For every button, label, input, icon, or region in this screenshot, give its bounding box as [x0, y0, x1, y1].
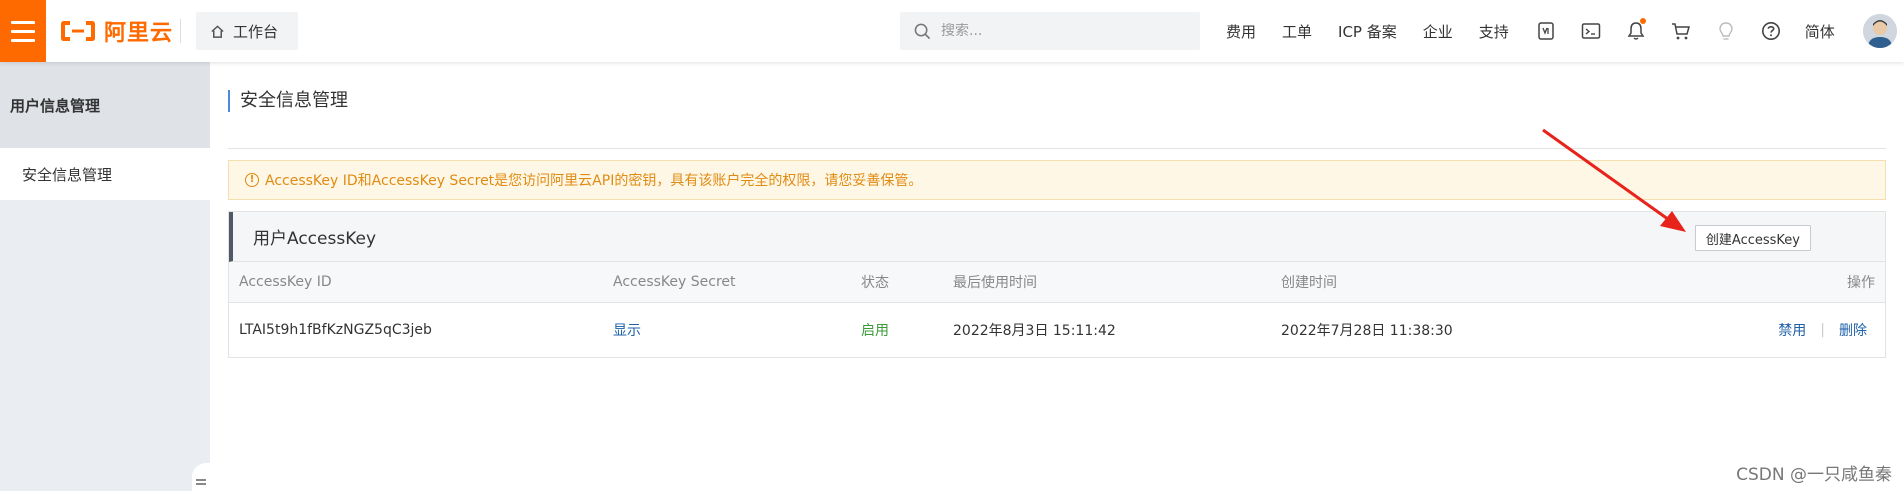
brand-name: 阿里云 — [104, 21, 174, 46]
search-icon — [914, 23, 931, 39]
sidebar: 用户信息管理 安全信息管理 — [0, 62, 210, 491]
top-bar: 阿里云 工作台 费用 工单 ICP 备案 企业 支持 — [0, 0, 1904, 62]
table-header: AccessKey ID AccessKey Secret 状态 最后使用时间 … — [229, 262, 1885, 303]
user-avatar[interactable] — [1862, 14, 1897, 48]
accesskey-id: LTAI5t9h1fBfKzNGZ5qC3jeb — [239, 322, 432, 338]
last-used-time: 2022年8月3日 15:11:42 — [953, 323, 1116, 339]
page-title: 安全信息管理 — [228, 90, 348, 112]
aliyun-logo-icon — [61, 21, 95, 41]
status-badge: 启用 — [861, 323, 889, 339]
column-header-secret: AccessKey Secret — [613, 274, 736, 290]
nav-icp[interactable]: ICP 备案 — [1338, 21, 1397, 42]
column-header-created: 创建时间 — [1281, 275, 1337, 291]
sidebar-item-security-info[interactable]: 安全信息管理 — [0, 148, 210, 200]
alert-text: AccessKey ID和AccessKey Secret是您访问阿里云API的… — [265, 173, 923, 189]
notification-dot — [1639, 18, 1646, 24]
accesskey-panel: 用户AccessKey 创建AccessKey AccessKey ID Acc… — [228, 211, 1886, 358]
nav-billing[interactable]: 费用 — [1226, 21, 1256, 42]
row-actions: 禁用 | 删除 — [1778, 303, 1867, 357]
terminal-icon[interactable] — [1580, 20, 1602, 42]
top-navigation: 费用 工单 ICP 备案 企业 支持 简体 — [1226, 0, 1897, 62]
sidebar-title: 用户信息管理 — [0, 62, 210, 148]
create-accesskey-button[interactable]: 创建AccessKey — [1694, 225, 1811, 251]
watermark: CSDN @一只咸鱼秦 — [1736, 465, 1892, 485]
hamburger-line — [11, 29, 35, 33]
nav-ticket[interactable]: 工单 — [1282, 21, 1312, 42]
home-icon — [211, 24, 224, 38]
title-divider — [228, 148, 1886, 149]
disable-link[interactable]: 禁用 — [1778, 320, 1806, 340]
logo-divider — [180, 19, 181, 43]
bell-icon[interactable] — [1625, 18, 1647, 42]
main-content: 安全信息管理 ! AccessKey ID和AccessKey Secret是您… — [210, 62, 1904, 491]
aliyun-logo[interactable]: 阿里云 — [60, 16, 173, 46]
hamburger-line — [11, 38, 35, 42]
delete-link[interactable]: 删除 — [1839, 320, 1867, 340]
panel-title: 用户AccessKey — [253, 229, 377, 249]
warning-icon: ! — [245, 173, 259, 187]
column-header-status: 状态 — [861, 275, 889, 291]
table-row: LTAI5t9h1fBfKzNGZ5qC3jeb 显示 启用 2022年8月3日… — [229, 303, 1885, 357]
show-secret-link[interactable]: 显示 — [613, 303, 641, 357]
created-time: 2022年7月28日 11:38:30 — [1281, 323, 1453, 339]
search-input[interactable] — [941, 23, 1181, 39]
lightbulb-icon[interactable] — [1715, 20, 1737, 42]
sidebar-collapse-toggle[interactable] — [192, 463, 210, 491]
help-icon[interactable] — [1760, 20, 1782, 42]
search-box[interactable] — [900, 12, 1200, 50]
cart-icon[interactable] — [1670, 20, 1692, 42]
workbench-button[interactable]: 工作台 — [196, 12, 298, 50]
hamburger-menu-button[interactable] — [0, 0, 46, 62]
panel-header: 用户AccessKey 创建AccessKey — [229, 212, 1885, 262]
language-switch[interactable]: 简体 — [1805, 21, 1835, 42]
hamburger-line — [11, 20, 35, 24]
app-icon[interactable] — [1535, 20, 1557, 42]
column-header-last-used: 最后使用时间 — [953, 275, 1037, 291]
action-separator: | — [1820, 322, 1825, 338]
column-header-id: AccessKey ID — [239, 274, 332, 290]
nav-enterprise[interactable]: 企业 — [1423, 21, 1453, 42]
nav-support[interactable]: 支持 — [1479, 21, 1509, 42]
security-alert: ! AccessKey ID和AccessKey Secret是您访问阿里云AP… — [228, 160, 1886, 200]
collapse-icon — [196, 479, 206, 485]
workbench-label: 工作台 — [233, 22, 279, 41]
column-header-actions: 操作 — [1847, 275, 1875, 291]
